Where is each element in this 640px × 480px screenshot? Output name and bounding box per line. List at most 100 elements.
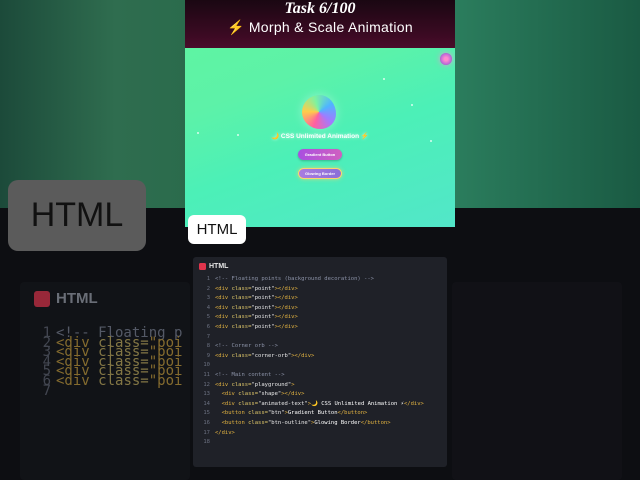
code-token: class= [231,285,252,292]
code-token: class= [231,352,252,359]
code-token: ></div> [274,285,298,292]
task-title: Task 6/100 [284,0,356,17]
code-editor: HTML 1 <!-- Floating points (background d… [193,257,447,467]
code-token: <!-- Main content --> [215,371,285,378]
code-line: 18 [199,438,424,448]
code-token: class= [238,391,259,398]
floating-point [383,78,385,80]
line-number: 11 [203,371,210,378]
code-line: 13 <div class="shape"></div> [199,390,424,400]
line-number: 18 [203,439,210,446]
code-line: 2 <div class="point"></div> [199,285,424,295]
code-line: 3 <div class="point"></div> [199,294,424,304]
code-token: <!-- Floating points (background decorat… [215,276,374,282]
code-token: <div [215,381,232,388]
floating-point [411,104,413,106]
code-line: 16 <button class="btn-outline">Glowing B… [199,419,424,429]
html-badge-large: HTML [8,180,146,251]
gradient-button[interactable]: Gradient Button [298,149,342,160]
line-number: 2 [206,285,210,292]
code-token: 🌙 CSS Unlimited Animation ⚡ [311,400,404,407]
line-number: 13 [203,391,210,398]
corner-orb [440,53,452,65]
code-line: 6 <div class="point"></div> [199,323,424,333]
code-line: 9 <div class="corner-orb"></div> [199,352,424,362]
line-number: 10 [203,362,210,369]
code-token: <button [221,410,249,417]
code-line: 6 <div class="poi [40,370,183,389]
code-token: class= [231,295,252,302]
code-token: "corner-orb" [251,352,292,359]
line-number: 4 [206,304,210,311]
code-token: "point" [251,285,275,292]
code-editor-title: HTML [209,262,229,270]
code-token: ></div> [274,323,298,330]
line-number: 1 [206,276,210,282]
task-subtitle-text: Morph & Scale Animation [248,19,413,35]
code-token: <div [221,400,239,407]
code-token: </button> [337,410,368,417]
code-token: ></div> [274,295,298,302]
code-line: 3 <div class="poi [40,341,183,360]
code-token: <div [215,352,232,359]
code-line: 12 <div class="playground"> [199,381,424,391]
code-editor-header: HTML [199,261,228,271]
code-line: 4 <div class="point"></div> [199,304,424,314]
code-token: class= [231,381,252,388]
code-line: 7 [199,333,424,343]
code-line: 15 <button class="btn">Gradient Button</… [199,409,424,419]
code-line: 4 <div class="poi [40,351,183,370]
code-line: 5 <div class="point"></div> [199,313,424,323]
line-number: 9 [206,352,210,359]
code-token: ></div> [291,352,315,359]
code-token: Glowing Border [314,419,361,426]
code-token: "animated-text" [258,400,308,407]
code-line: 8 <!-- Corner orb --> [199,342,424,352]
code-line: 1 <!-- Floating p [40,322,183,341]
animation-preview-panel: Task 6/100 ⚡ Morph & Scale Animation 🌙 CS… [185,0,455,227]
ghost-editor-title: HTML [34,290,98,307]
line-number: 12 [203,381,210,388]
code-line: 5 <div class="poi [40,360,183,379]
code-token: class= [231,323,252,330]
line-number: 17 [203,429,210,436]
line-number: 3 [206,295,210,302]
code-token: <button [221,419,249,426]
code-token: "point" [251,304,275,311]
code-token: "point" [251,314,275,321]
code-token: class= [231,314,252,321]
code-token: "playground" [251,381,292,388]
code-line: 11 <!-- Main content --> [199,371,424,381]
code-token: ></div> [281,391,305,398]
html-file-icon [199,262,206,270]
lightning-bolt-icon: ⚡ [227,19,245,35]
code-token: Gradient Button [287,410,338,417]
code-token: class= [98,372,149,389]
code-line: 1 <!-- Floating points (background decora… [199,275,424,285]
video-header: Task 6/100 ⚡ Morph & Scale Animation [185,0,455,48]
line-number: 7 [42,382,51,399]
task-subtitle: ⚡ Morph & Scale Animation [185,19,455,36]
code-token: > [291,381,295,388]
ghost-code-lines: 1 <!-- Floating p 2 <div class="poi 3 <div cl… [40,322,183,399]
code-token: <!-- Corner orb --> [215,343,278,350]
glowing-border-button[interactable]: Glowing Border [298,168,342,179]
html-label: HTML [188,215,246,244]
code-token: <div [215,295,232,302]
code-token: class= [248,419,268,426]
code-token: </div> [404,400,424,407]
code-line: 14 <div class="animated-text">🌙 CSS Unli… [199,400,424,410]
code-line: 10 [199,361,424,371]
line-number: 15 [203,410,210,417]
code-block: 1 <!-- Floating points (background decora… [199,275,424,448]
background-blur-top-right [455,0,640,208]
line-number: 6 [206,323,210,330]
animated-text: 🌙 CSS Unlimited Animation ⚡ [271,133,369,140]
code-token: <div [215,314,232,321]
code-token: <div [215,285,232,292]
code-token: ></div> [274,314,298,321]
